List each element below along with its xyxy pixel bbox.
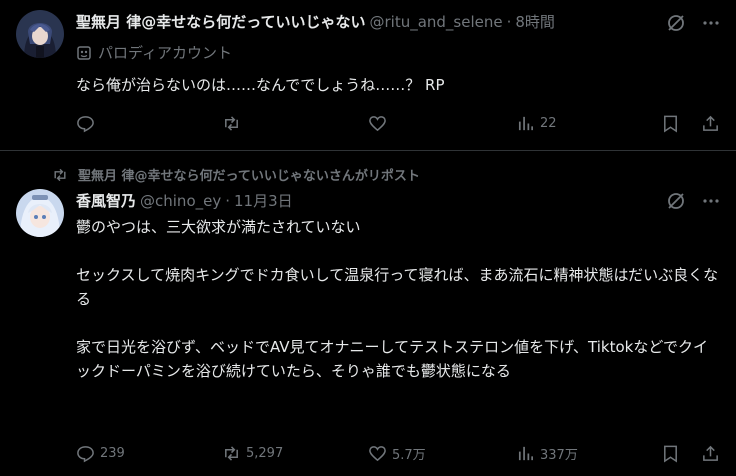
more-options-icon[interactable] — [701, 13, 721, 33]
views-button[interactable]: 22 — [516, 114, 557, 133]
heart-icon — [369, 446, 386, 462]
analytics-icon — [518, 446, 534, 461]
heart-icon — [369, 116, 386, 132]
reply-icon — [77, 446, 94, 463]
like-count: 5.7万 — [392, 448, 426, 463]
repost-context[interactable]: 聖無月 律@幸せなら何だっていいじゃないさんがリポスト — [52, 165, 420, 184]
repost-icon — [225, 116, 238, 131]
repost-button[interactable] — [222, 114, 241, 133]
views-count: 337万 — [540, 448, 578, 463]
views-button[interactable]: 337万 — [516, 444, 578, 463]
grok-icon[interactable] — [666, 191, 686, 211]
action-bar: 239 5,297 5.7万 337万 — [76, 444, 726, 464]
avatar[interactable] — [16, 10, 64, 58]
views-count: 22 — [540, 116, 557, 131]
bookmark-button[interactable] — [661, 444, 680, 463]
separator-dot: · — [225, 192, 231, 210]
repost-button[interactable]: 5,297 — [222, 444, 283, 463]
reply-button[interactable]: 239 — [76, 444, 125, 463]
reply-count: 239 — [100, 446, 125, 461]
share-icon — [703, 445, 718, 461]
mask-icon — [77, 45, 91, 60]
tweet-card[interactable]: 聖無月 律@幸せなら何だっていいじゃないさんがリポスト 香風智乃 @chino_… — [0, 151, 736, 476]
like-button[interactable]: 5.7万 — [368, 444, 426, 463]
display-name[interactable]: 香風智乃 — [76, 191, 136, 211]
user-handle[interactable]: @ritu_and_selene — [369, 12, 502, 32]
parody-label: パロディアカウント — [98, 44, 232, 62]
timestamp[interactable]: 8時間 — [515, 12, 555, 32]
bookmark-button[interactable] — [661, 114, 680, 133]
share-button[interactable] — [701, 444, 720, 463]
repost-count: 5,297 — [246, 446, 284, 461]
share-button[interactable] — [701, 114, 720, 133]
user-handle[interactable]: @chino_ey — [140, 191, 221, 211]
like-button[interactable] — [368, 114, 387, 133]
reply-icon — [77, 116, 94, 133]
analytics-icon — [518, 116, 534, 131]
separator-dot: · — [506, 13, 512, 31]
action-bar: 22 — [76, 114, 726, 134]
tweet-card[interactable]: 聖無月 律@幸せなら何だっていいじゃない @ritu_and_selene · … — [0, 0, 736, 150]
tweet-text: 鬱のやつは、三大欲求が満たされていない セックスして焼肉キングでドカ食いして温泉… — [76, 218, 719, 380]
tweet-text: なら俺が治らないのは……なんででしょうね……？ RP — [76, 76, 445, 94]
parody-badge: パロディアカウント — [76, 42, 232, 63]
bookmark-icon — [664, 115, 677, 133]
more-options-icon[interactable] — [701, 191, 721, 211]
timestamp[interactable]: 11月3日 — [234, 191, 293, 211]
bookmark-icon — [664, 445, 677, 463]
reply-button[interactable] — [76, 114, 95, 133]
share-icon — [703, 115, 718, 131]
grok-icon[interactable] — [666, 13, 686, 33]
repost-context-label: 聖無月 律@幸せなら何だっていいじゃないさんがリポスト — [78, 169, 420, 184]
display-name[interactable]: 聖無月 律@幸せなら何だっていいじゃない — [76, 12, 365, 32]
avatar[interactable] — [16, 189, 64, 237]
repost-icon — [54, 168, 66, 181]
repost-icon — [225, 446, 238, 461]
